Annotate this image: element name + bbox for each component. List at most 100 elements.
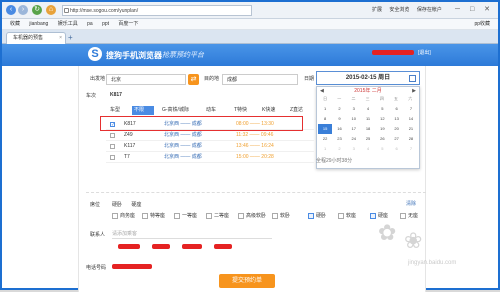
filter-g[interactable]: G-高铁/城际 [162, 106, 189, 115]
calendar-day[interactable]: 2 [332, 144, 346, 154]
window-controls[interactable]: ─ □ ✕ [455, 5, 494, 13]
from-input[interactable]: 北京 [106, 74, 186, 85]
seat-checkbox[interactable] [112, 212, 118, 219]
calendar-day[interactable]: 17 [347, 124, 361, 134]
seat-checkbox[interactable] [400, 212, 406, 219]
calendar-day[interactable]: 1 [318, 144, 332, 154]
calendar-day[interactable]: 3 [347, 104, 361, 114]
filter-t[interactable]: T特快 [234, 106, 247, 115]
seat-checkbox[interactable] [206, 212, 212, 219]
to-input[interactable]: 成都 [222, 74, 298, 85]
tab-active[interactable]: 车机器的预售 × [6, 32, 66, 44]
calendar-day[interactable]: 28 [404, 134, 418, 144]
seat-option[interactable]: 一等座 [174, 211, 197, 222]
calendar-day[interactable]: 9 [332, 114, 346, 124]
calendar-day[interactable]: 13 [389, 114, 403, 124]
seat-option[interactable]: 软卧 [272, 211, 290, 222]
train-checkbox[interactable] [110, 133, 115, 138]
refresh-icon[interactable]: ↻ [32, 5, 42, 15]
calendar-day[interactable]: 18 [361, 124, 375, 134]
seat-checkbox[interactable] [338, 212, 344, 219]
seat-option[interactable]: 商务座 [112, 211, 135, 222]
seat-option[interactable]: 软座 [338, 211, 356, 222]
calendar-day[interactable]: 11 [361, 114, 375, 124]
forward-icon[interactable]: › [18, 5, 28, 15]
calendar-day[interactable]: 5 [375, 144, 389, 154]
fav-item[interactable]: pa [87, 21, 93, 27]
train-checkbox[interactable] [110, 144, 115, 149]
date-input[interactable]: 2015-02-15 周日 [316, 71, 420, 85]
calendar-day[interactable]: 21 [404, 124, 418, 134]
calendar-day[interactable]: 12 [375, 114, 389, 124]
new-tab-icon[interactable]: + [68, 34, 78, 43]
calendar-day[interactable]: 24 [347, 134, 361, 144]
calendar-day[interactable]: 19 [375, 124, 389, 134]
close-icon[interactable]: × [59, 33, 62, 44]
train-row[interactable]: Z49 北京西 —— 成都 11:32 —— 09:46 [106, 130, 314, 141]
seat-checkbox[interactable] [370, 212, 376, 219]
calendar-day[interactable]: 10 [347, 114, 361, 124]
calendar-day[interactable]: 26 [375, 134, 389, 144]
tool-extension[interactable]: 扩展 [372, 7, 382, 13]
train-route: 北京西 —— 成都 [164, 154, 202, 160]
calendar-day[interactable]: 6 [389, 144, 403, 154]
calendar-day[interactable]: 2 [332, 104, 346, 114]
swap-icon[interactable]: ⇄ [188, 74, 199, 85]
calendar-icon[interactable] [409, 75, 416, 82]
filter-d[interactable]: 动车 [206, 106, 216, 115]
seat-option[interactable]: 硬卧 [308, 211, 326, 222]
seat-checkbox[interactable] [308, 212, 314, 219]
seat-tab[interactable]: 硬卧 [112, 202, 122, 208]
fav-item[interactable]: 百度一下 [118, 21, 138, 27]
seat-checkbox[interactable] [174, 212, 180, 219]
back-icon[interactable]: ‹ [6, 5, 16, 15]
fav-item[interactable]: 收藏 [10, 21, 20, 27]
calendar-day-selected[interactable]: 15 [318, 124, 333, 134]
contact-input[interactable]: 请添加乘客 [112, 230, 272, 239]
calendar-day[interactable]: 20 [389, 124, 403, 134]
calendar-day[interactable]: 27 [389, 134, 403, 144]
calendar-day[interactable]: 7 [404, 144, 418, 154]
filter-z[interactable]: Z直达 [290, 106, 303, 115]
seat-checkbox[interactable] [238, 212, 244, 219]
seat-option[interactable]: 高级软卧 [238, 211, 266, 222]
tool-safe[interactable]: 安全浏览 [389, 7, 409, 13]
train-row[interactable]: T7 北京西 —— 成都 15:00 —— 20:28 [106, 152, 314, 163]
tool-save[interactable]: 保存在帐户 [417, 7, 442, 13]
fav-right[interactable]: pp收藏 [474, 19, 490, 29]
seat-checkbox[interactable] [142, 212, 148, 219]
fav-item[interactable]: jianbang [29, 21, 48, 27]
calendar-day[interactable]: 4 [361, 144, 375, 154]
submit-button[interactable]: 提交预约单 [219, 274, 275, 288]
calendar-day[interactable]: 23 [332, 134, 346, 144]
home-icon[interactable]: ⌂ [46, 5, 56, 15]
calendar-day[interactable]: 16 [332, 124, 346, 134]
calendar-day[interactable]: 14 [404, 114, 418, 124]
calendar-day[interactable]: 4 [361, 104, 375, 114]
calendar-day[interactable]: 7 [404, 104, 418, 114]
fav-item[interactable]: 娱乐工具 [58, 21, 78, 27]
filter-k[interactable]: K快速 [262, 106, 275, 115]
logout-link[interactable]: [退出] [418, 49, 431, 56]
clear-link[interactable]: 清除 [406, 200, 416, 207]
seat-tab[interactable]: 硬座 [131, 202, 141, 208]
train-checkbox[interactable] [110, 155, 115, 160]
calendar-day[interactable]: 22 [318, 134, 332, 144]
seat-option[interactable]: 特等座 [142, 211, 165, 222]
prev-month-icon[interactable]: ◀ [320, 87, 324, 96]
train-row[interactable]: K117 北京西 —— 成都 13:46 —— 16:24 [106, 141, 314, 152]
calendar-day[interactable]: 8 [318, 114, 332, 124]
calendar-day[interactable]: 1 [318, 104, 332, 114]
calendar-month: 2015年 二月 [354, 88, 382, 94]
seat-name: 软卧 [280, 213, 291, 219]
address-bar[interactable]: http://mse.sogou.com/yunplan/ [62, 5, 252, 16]
calendar-day[interactable]: 25 [361, 134, 375, 144]
seat-option[interactable]: 二等座 [206, 211, 229, 222]
next-month-icon[interactable]: ▶ [412, 87, 416, 96]
seat-checkbox[interactable] [272, 212, 278, 219]
calendar-day[interactable]: 5 [375, 104, 389, 114]
calendar-day[interactable]: 3 [347, 144, 361, 154]
fav-item[interactable]: ppt [102, 21, 109, 27]
filter-all[interactable]: 不限 [132, 106, 154, 115]
calendar-day[interactable]: 6 [389, 104, 403, 114]
